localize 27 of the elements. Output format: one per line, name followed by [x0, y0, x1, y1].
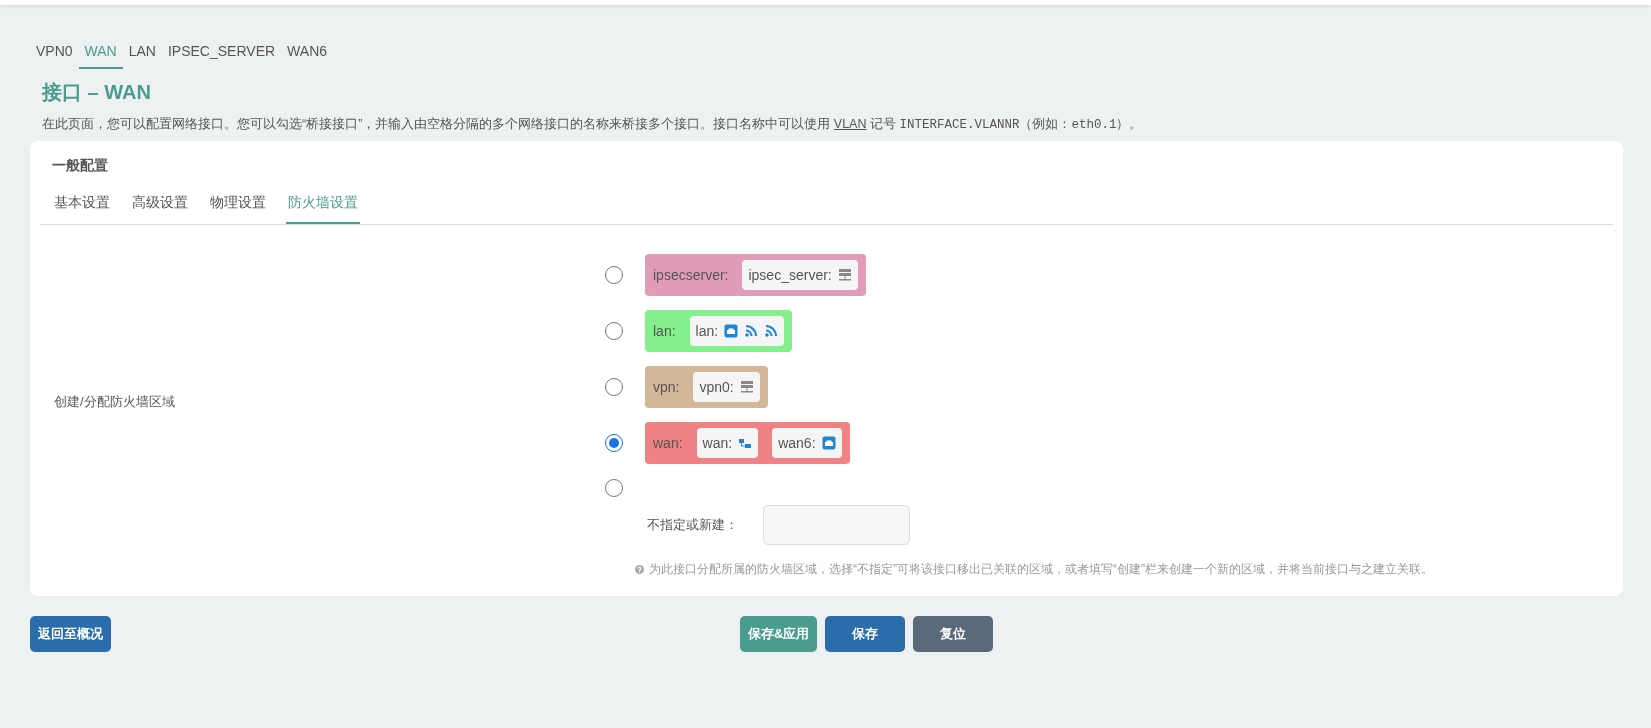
- settings-tab[interactable]: 物理设置: [208, 194, 268, 224]
- interface-tab[interactable]: IPSEC_SERVER: [161, 37, 282, 69]
- interface-tab[interactable]: LAN: [122, 37, 162, 69]
- new-zone-label: 不指定或新建：: [647, 516, 739, 534]
- zone-name: wan:: [653, 435, 683, 451]
- zone-name: ipsecserver:: [653, 267, 729, 283]
- settings-tab[interactable]: 基本设置: [52, 194, 112, 224]
- field-label: 创建/分配防火墙区域: [53, 392, 176, 411]
- network-name: wan6:: [778, 435, 816, 451]
- interface-tab[interactable]: VPN0: [30, 37, 79, 69]
- description-text: 在此页面，您可以配置网络接口。您可以勾选“桥接接口”，并输入由空格分隔的多个网络接口的名称来桥接多个接口。接口名称中可以使用 VLAN 记号 INTERFACE.VLANNR（例如：eth0.1）。: [42, 116, 1144, 133]
- network-name: vpn0:: [699, 379, 734, 395]
- page-title: 接口 – WAN: [42, 80, 152, 105]
- zone-name: lan:: [653, 323, 676, 339]
- zone-name: vpn:: [653, 379, 680, 395]
- reset-button[interactable]: 复位: [913, 616, 994, 652]
- settings-tab[interactable]: 防火墙设置: [286, 194, 360, 224]
- network-name: lan:: [695, 323, 719, 339]
- back-button[interactable]: 返回至概况: [30, 616, 111, 652]
- settings-tab[interactable]: 高级设置: [130, 194, 190, 224]
- save-button[interactable]: 保存: [825, 616, 906, 652]
- network-name: wan:: [702, 435, 733, 451]
- section-title: 一般配置: [52, 157, 109, 175]
- network-name: ipsec_server:: [748, 267, 832, 283]
- interface-tab[interactable]: WAN6: [281, 37, 334, 69]
- help-text: 为此接口分配所属的防火墙区域，选择“不指定”可将该接口移出已关联的区域，或者填写“创建”栏来创建一个新的区域，并将当前接口与之建立关联。: [649, 561, 1433, 578]
- vlan-link[interactable]: VLAN: [833, 117, 867, 131]
